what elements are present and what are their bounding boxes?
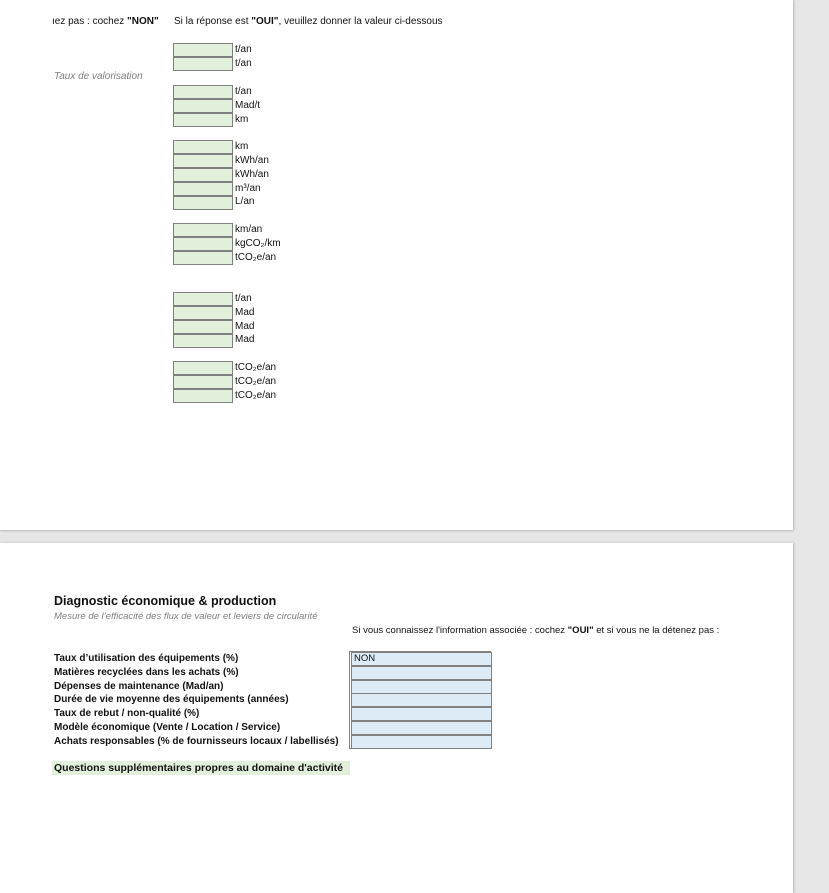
unit-label: t/an <box>235 293 252 304</box>
unit-label: Mad <box>235 334 255 345</box>
input-cell[interactable] <box>173 168 233 182</box>
answer-cell[interactable]: NON <box>351 652 492 666</box>
taux-valorisation-label: Taux de valorisation <box>54 71 143 82</box>
input-cell[interactable] <box>173 140 233 154</box>
answer-cell[interactable] <box>351 735 492 749</box>
input-cell[interactable] <box>173 223 233 237</box>
instruction-left: ıez pas : cochez "NON" <box>52 16 159 27</box>
input-cell[interactable] <box>173 182 233 196</box>
row-label: Taux de rebut / non-qualité (%) <box>54 708 200 719</box>
unit-label: t/an <box>235 86 252 97</box>
instruction-right-suffix: , veuillez donner la valeur ci-dessous <box>278 16 443 27</box>
unit-label: tCO₂e/an <box>235 390 277 401</box>
page2-instruction-bold: "OUI" <box>567 625 594 636</box>
instruction-right: Si la réponse est "OUI", veuillez donner… <box>174 16 443 27</box>
unit-label: tCO₂e/an <box>235 362 277 373</box>
row-label: Achats responsables (% de fournisseurs l… <box>54 736 339 747</box>
row-label: Matières recyclées dans les achats (%) <box>54 667 239 678</box>
input-cell[interactable] <box>173 196 233 210</box>
unit-label: kWh/an <box>235 155 269 166</box>
unit-label: Mad/t <box>235 100 261 111</box>
input-cell[interactable] <box>173 57 233 71</box>
answer-cell[interactable] <box>351 707 492 721</box>
input-cell[interactable] <box>173 375 233 389</box>
section-title: Diagnostic économique & production <box>54 594 277 608</box>
answer-cell[interactable] <box>351 721 492 735</box>
input-cell[interactable] <box>173 320 233 334</box>
input-cell[interactable] <box>173 85 233 99</box>
input-cell[interactable] <box>173 43 233 57</box>
unit-label: L/an <box>235 196 255 207</box>
answer-cell[interactable] <box>351 693 492 707</box>
input-cell[interactable] <box>173 389 233 403</box>
instruction-left-bold: "NON" <box>127 16 159 27</box>
unit-label: kgCO₂/km <box>235 238 281 249</box>
document-page-1: ıez pas : cochez "NON" Si la réponse est… <box>0 0 793 530</box>
unit-label: t/an <box>235 58 252 69</box>
unit-label: km <box>235 114 249 125</box>
answer-cell[interactable] <box>351 666 492 680</box>
instruction-right-prefix: Si la réponse est <box>174 16 252 27</box>
answer-cell[interactable] <box>351 680 492 694</box>
unit-label: km <box>235 141 249 152</box>
unit-label: m³/an <box>235 183 261 194</box>
unit-label: kWh/an <box>235 169 269 180</box>
input-cell[interactable] <box>173 292 233 306</box>
supplementary-header: Questions supplémentaires propres au dom… <box>54 762 343 774</box>
unit-label: km/an <box>235 224 263 235</box>
page2-instruction-prefix: Si vous connaissez l'information associé… <box>352 625 568 636</box>
input-cell[interactable] <box>173 113 233 127</box>
row-label: Taux d’utilisation des équipements (%) <box>54 653 239 664</box>
input-cell[interactable] <box>173 251 233 265</box>
input-cell[interactable] <box>173 334 233 348</box>
page2-instruction-suffix: et si vous ne la détenez pas : <box>593 625 720 636</box>
unit-label: Mad <box>235 307 255 318</box>
input-cell[interactable] <box>173 99 233 113</box>
unit-label: t/an <box>235 44 252 55</box>
instruction-right-bold: "OUI" <box>251 16 279 27</box>
unit-label: Mad <box>235 321 255 332</box>
input-cell[interactable] <box>173 306 233 320</box>
row-label: Modèle économique (Vente / Location / Se… <box>54 722 281 733</box>
instruction-left-text: ıez pas : cochez <box>52 16 128 27</box>
unit-label: tCO₂e/an <box>235 376 277 387</box>
input-cell[interactable] <box>173 154 233 168</box>
input-cell[interactable] <box>173 237 233 251</box>
section-subtitle: Mesure de l’efficacité des flux de valeu… <box>54 611 318 622</box>
input-cell[interactable] <box>173 361 233 375</box>
page2-instruction: Si vous connaissez l'information associé… <box>352 625 719 636</box>
unit-label: tCO₂e/an <box>235 252 277 263</box>
row-label: Dépenses de maintenance (Mad/an) <box>54 681 224 692</box>
row-label: Durée de vie moyenne des équipements (an… <box>54 694 289 705</box>
